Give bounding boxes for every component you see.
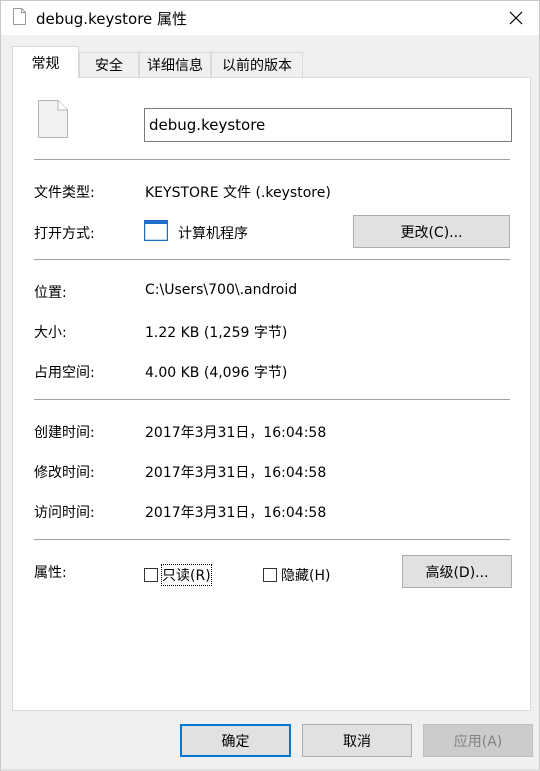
file-icon [13,8,26,25]
apply-button[interactable]: 应用(A) [423,724,533,757]
size-value: 1.22 KB (1,259 字节) [145,325,288,341]
ok-button[interactable]: 确定 [180,724,291,757]
general-panel: 文件类型: KEYSTORE 文件 (.keystore) 打开方式: 计算机程… [12,77,531,711]
opens-with-value: 计算机程序 [178,226,248,242]
cancel-button[interactable]: 取消 [302,724,412,757]
created-value: 2017年3月31日，16:04:58 [145,425,327,441]
readonly-label: 只读(R) [161,564,212,586]
location-label: 位置: [34,285,67,301]
separator [34,259,510,260]
tab-security[interactable]: 安全 [79,52,139,77]
window-title: debug.keystore 属性 [36,10,188,28]
checkbox-box[interactable] [263,568,277,582]
disk-size-value: 4.00 KB (4,096 字节) [145,365,288,381]
hidden-checkbox[interactable]: 隐藏(H) [263,565,330,585]
location-value: C:\Users\700\.android [145,282,298,298]
hidden-label: 隐藏(H) [281,568,331,584]
tab-details[interactable]: 详细信息 [139,52,211,77]
created-label: 创建时间: [34,425,95,441]
modified-value: 2017年3月31日，16:04:58 [145,465,327,481]
change-button[interactable]: 更改(C)... [353,215,510,248]
close-icon [509,11,523,25]
properties-dialog: debug.keystore 属性 常规 安全 详细信息 以前的版本 文件类型:… [0,0,540,771]
disk-size-label: 占用空间: [34,365,95,381]
file-type-label: 文件类型: [34,185,95,201]
advanced-button[interactable]: 高级(D)... [402,555,512,588]
tab-previous-versions[interactable]: 以前的版本 [211,52,303,77]
readonly-checkbox[interactable]: 只读(R) [144,564,212,586]
separator [34,539,510,540]
attributes-label: 属性: [34,565,67,581]
size-label: 大小: [34,325,67,341]
separator [34,399,510,400]
separator [34,159,510,160]
file-name-input[interactable] [144,108,512,142]
modified-label: 修改时间: [34,465,95,481]
opens-with-label: 打开方式: [34,226,95,242]
accessed-label: 访问时间: [34,505,95,521]
tab-general[interactable]: 常规 [12,46,79,78]
accessed-value: 2017年3月31日，16:04:58 [145,505,327,521]
window-app-icon [144,220,168,241]
close-button[interactable] [493,1,539,35]
title-bar: debug.keystore 属性 [1,1,539,35]
file-icon [38,100,68,138]
file-type-value: KEYSTORE 文件 (.keystore) [145,185,331,201]
checkbox-box[interactable] [144,568,158,582]
